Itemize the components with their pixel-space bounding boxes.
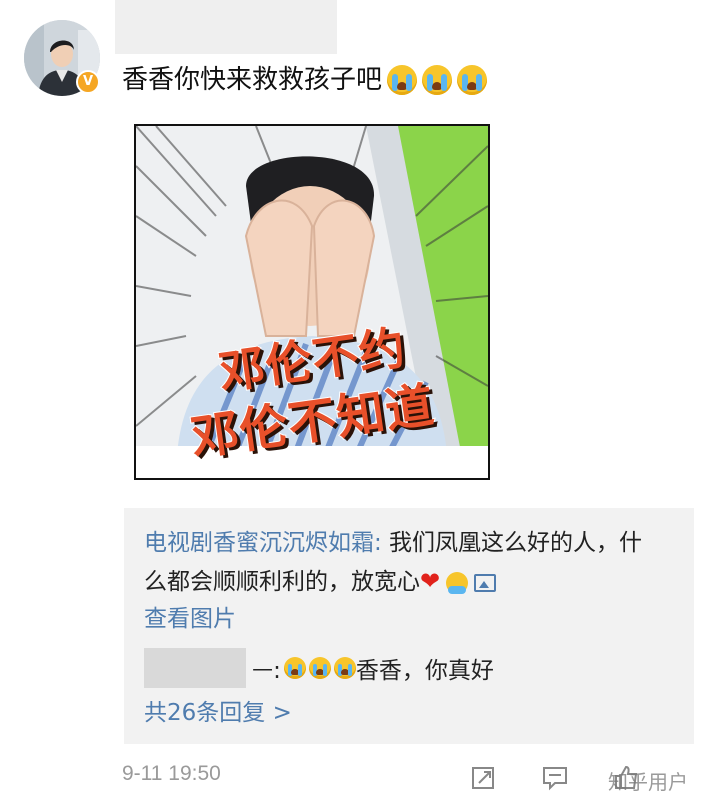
picture-icon[interactable] [474,573,497,592]
crying-face-emoji [422,65,453,95]
post-text: 香香你快来救救孩子吧 [122,65,383,95]
timestamp: 9-11 19:50 [122,762,221,785]
sub-reply-suffix: ᅳ: [252,658,281,684]
top-reply: 电视剧香蜜沉沉烬如霜: 我们凤凰这么好的人，什么都会顺顺利利的，放宽心❤ [144,524,664,601]
sub-reply: ᅳ: 香香，你真好 [144,648,494,688]
sub-reply-author-redacted [144,648,246,688]
crying-face-emoji [333,657,356,679]
reply-box[interactable]: 电视剧香蜜沉沉烬如霜: 我们凤凰这么好的人，什么都会顺顺利利的，放宽心❤ 查看图… [124,508,694,744]
watermark: 知乎用户 [608,770,688,794]
post-content: 香香你快来救救孩子吧 [122,60,488,100]
crying-face-emoji [457,65,488,95]
more-replies-link[interactable]: 共26条回复 > [144,694,292,732]
reply-author-link[interactable]: 电视剧香蜜沉沉烬如霜: [144,530,382,556]
crying-face-emoji [387,65,418,95]
view-picture-link[interactable]: 查看图片 [144,600,236,638]
username-redacted [115,0,337,54]
meme-image[interactable]: 邓伦不约 邓伦不知道 [134,124,490,480]
crying-face-emoji [283,657,306,679]
comment-icon[interactable] [541,764,569,792]
crying-face-emoji [308,657,331,679]
heart-emoji: ❤ [420,567,441,595]
repost-icon[interactable] [470,764,498,792]
verified-badge-icon: V [76,70,100,94]
sub-reply-text: 香香，你真好 [355,658,494,684]
hug-emoji [446,571,469,594]
